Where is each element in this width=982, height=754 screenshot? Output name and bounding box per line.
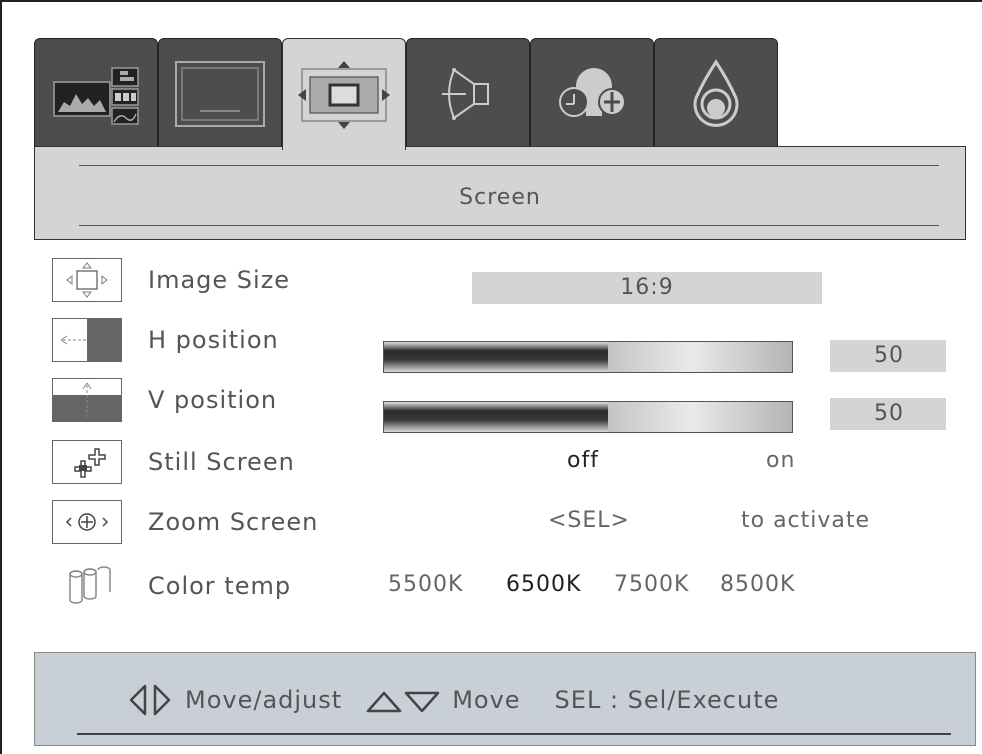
h-position-value: 50 xyxy=(830,340,946,372)
still-screen-label: Still Screen xyxy=(148,448,295,476)
color-temp-option-6500k[interactable]: 6500K xyxy=(506,572,581,597)
h-position-icon xyxy=(52,318,122,362)
v-position-value: 50 xyxy=(830,398,946,430)
tab-display[interactable] xyxy=(158,38,282,148)
menu-row-image-size[interactable]: Image Size 16:9 xyxy=(52,258,962,304)
v-position-slider-track xyxy=(608,402,792,432)
color-temp-icon xyxy=(52,564,122,608)
zoom-screen-label: Zoom Screen xyxy=(148,508,319,536)
help-text: Move/adjust Move SEL : Sel/Execute xyxy=(125,683,779,717)
tab-audio[interactable] xyxy=(406,38,530,148)
h-position-slider-fill xyxy=(384,342,609,372)
image-size-label: Image Size xyxy=(148,266,291,294)
h-position-label: H position xyxy=(148,326,279,354)
up-down-arrows-icon xyxy=(366,691,440,713)
still-screen-icon xyxy=(52,440,122,484)
image-size-icon xyxy=(52,258,122,302)
v-position-value-text: 50 xyxy=(874,401,904,426)
menu-row-still-screen[interactable]: Still Screen off on xyxy=(52,440,962,484)
color-temp-option-7500k[interactable]: 7500K xyxy=(614,572,689,597)
color-temp-label: Color temp xyxy=(148,572,292,600)
menu-row-zoom-screen[interactable]: Zoom Screen <SEL> to activate xyxy=(52,500,962,544)
lamp-settings-icon xyxy=(559,67,626,117)
menu-row-h-position[interactable]: H position 50 xyxy=(52,318,962,373)
color-temp-option-8500k[interactable]: 8500K xyxy=(720,572,795,597)
tab-screen[interactable] xyxy=(282,38,406,150)
color-temp-option-5500k[interactable]: 5500K xyxy=(388,572,463,597)
v-position-slider[interactable] xyxy=(383,401,793,433)
move-label: Move xyxy=(452,686,521,714)
audio-speaker-icon xyxy=(442,67,489,120)
left-right-arrows-icon xyxy=(129,684,171,716)
h-position-slider[interactable] xyxy=(383,341,793,373)
picture-settings-icon xyxy=(53,66,139,125)
help-footer: Move/adjust Move SEL : Sel/Execute xyxy=(34,652,976,746)
tab-lamp[interactable] xyxy=(530,38,654,148)
image-size-value[interactable]: 16:9 xyxy=(472,272,822,304)
menu-row-v-position[interactable]: V position 50 xyxy=(52,378,962,433)
h-position-value-text: 50 xyxy=(874,343,904,368)
color-drop-icon xyxy=(693,58,739,127)
still-screen-option-on[interactable]: on xyxy=(766,448,795,473)
screen-position-icon xyxy=(298,60,390,129)
h-position-slider-track xyxy=(608,342,792,372)
header-top-rule xyxy=(79,165,939,166)
section-header: Screen xyxy=(34,146,966,240)
header-bottom-rule xyxy=(79,225,939,226)
section-title: Screen xyxy=(459,185,541,210)
zoom-sel-key: <SEL> xyxy=(548,508,630,533)
move-adjust-label: Move/adjust xyxy=(185,686,343,714)
tab-color[interactable] xyxy=(654,38,778,148)
v-position-label: V position xyxy=(148,386,278,414)
zoom-icon xyxy=(52,500,122,544)
v-position-slider-fill xyxy=(384,402,609,432)
still-screen-option-off[interactable]: off xyxy=(567,448,599,473)
sel-execute-label: SEL : Sel/Execute xyxy=(554,686,780,714)
tab-picture[interactable] xyxy=(34,38,158,148)
display-icon xyxy=(175,60,265,127)
footer-rule xyxy=(77,733,951,735)
zoom-activate-text: to activate xyxy=(741,508,871,533)
v-position-icon xyxy=(52,378,122,422)
menu-row-color-temp[interactable]: Color temp 5500K 6500K 7500K 8500K xyxy=(52,564,962,608)
